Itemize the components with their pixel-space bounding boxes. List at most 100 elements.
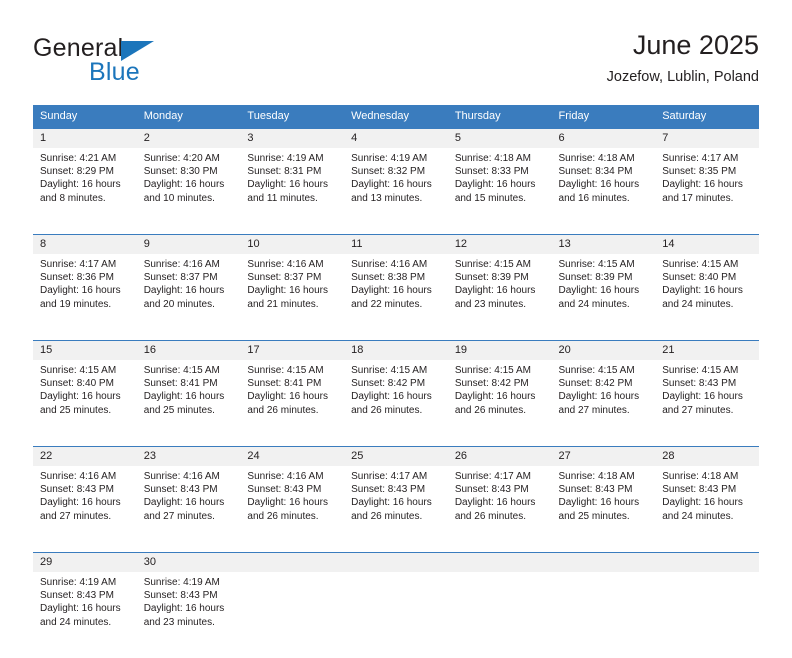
day-cell[interactable]: Sunrise: 4:17 AM Sunset: 8:35 PM Dayligh… — [655, 148, 759, 235]
week-row-details: Sunrise: 4:15 AM Sunset: 8:40 PM Dayligh… — [33, 360, 759, 447]
sunrise-text: Sunrise: 4:16 AM — [144, 258, 235, 271]
sunrise-text: Sunrise: 4:17 AM — [351, 470, 442, 483]
day-number[interactable]: 20 — [552, 341, 656, 361]
day-number[interactable]: 25 — [344, 447, 448, 467]
page-title: June 2025 — [607, 28, 759, 62]
sunset-text: Sunset: 8:43 PM — [40, 483, 131, 496]
day-number-empty — [552, 553, 656, 573]
day-number[interactable]: 7 — [655, 129, 759, 149]
general-blue-logo: General Blue — [33, 34, 253, 92]
weekday-header-friday: Friday — [552, 105, 656, 129]
sunrise-text: Sunrise: 4:21 AM — [40, 152, 131, 165]
sunset-text: Sunset: 8:39 PM — [559, 271, 650, 284]
daylight-text: Daylight: 16 hours and 17 minutes. — [662, 178, 753, 204]
day-cell[interactable]: Sunrise: 4:18 AM Sunset: 8:34 PM Dayligh… — [552, 148, 656, 235]
day-number[interactable]: 27 — [552, 447, 656, 467]
sunrise-text: Sunrise: 4:15 AM — [40, 364, 131, 377]
day-number[interactable]: 15 — [33, 341, 137, 361]
day-number[interactable]: 22 — [33, 447, 137, 467]
day-cell[interactable]: Sunrise: 4:16 AM Sunset: 8:37 PM Dayligh… — [240, 254, 344, 341]
day-cell[interactable]: Sunrise: 4:15 AM Sunset: 8:40 PM Dayligh… — [655, 254, 759, 341]
day-cell[interactable]: Sunrise: 4:15 AM Sunset: 8:41 PM Dayligh… — [240, 360, 344, 447]
day-number[interactable]: 1 — [33, 129, 137, 149]
sunrise-text: Sunrise: 4:18 AM — [559, 152, 650, 165]
day-number[interactable]: 29 — [33, 553, 137, 573]
calendar-body: 1 2 3 4 5 6 7 Sunrise: 4:21 AM Sunset: 8… — [33, 129, 759, 658]
day-number[interactable]: 26 — [448, 447, 552, 467]
day-cell[interactable]: Sunrise: 4:17 AM Sunset: 8:36 PM Dayligh… — [33, 254, 137, 341]
daylight-text: Daylight: 16 hours and 27 minutes. — [662, 390, 753, 416]
daylight-text: Daylight: 16 hours and 26 minutes. — [455, 496, 546, 522]
sunset-text: Sunset: 8:30 PM — [144, 165, 235, 178]
sunrise-text: Sunrise: 4:16 AM — [351, 258, 442, 271]
day-number[interactable]: 30 — [137, 553, 241, 573]
day-number[interactable]: 13 — [552, 235, 656, 255]
day-number[interactable]: 4 — [344, 129, 448, 149]
day-number[interactable]: 17 — [240, 341, 344, 361]
day-cell[interactable]: Sunrise: 4:19 AM Sunset: 8:32 PM Dayligh… — [344, 148, 448, 235]
daylight-text: Daylight: 16 hours and 26 minutes. — [351, 390, 442, 416]
day-number[interactable]: 21 — [655, 341, 759, 361]
day-cell[interactable]: Sunrise: 4:21 AM Sunset: 8:29 PM Dayligh… — [33, 148, 137, 235]
day-number[interactable]: 9 — [137, 235, 241, 255]
sunrise-text: Sunrise: 4:19 AM — [144, 576, 235, 589]
day-number[interactable]: 18 — [344, 341, 448, 361]
sunrise-text: Sunrise: 4:19 AM — [247, 152, 338, 165]
day-cell[interactable]: Sunrise: 4:15 AM Sunset: 8:42 PM Dayligh… — [552, 360, 656, 447]
daylight-text: Daylight: 16 hours and 19 minutes. — [40, 284, 131, 310]
day-cell[interactable]: Sunrise: 4:15 AM Sunset: 8:42 PM Dayligh… — [448, 360, 552, 447]
day-cell[interactable]: Sunrise: 4:15 AM Sunset: 8:39 PM Dayligh… — [552, 254, 656, 341]
day-number[interactable]: 28 — [655, 447, 759, 467]
daylight-text: Daylight: 16 hours and 25 minutes. — [144, 390, 235, 416]
sunset-text: Sunset: 8:39 PM — [455, 271, 546, 284]
day-number[interactable]: 5 — [448, 129, 552, 149]
day-cell[interactable]: Sunrise: 4:19 AM Sunset: 8:31 PM Dayligh… — [240, 148, 344, 235]
day-cell[interactable]: Sunrise: 4:20 AM Sunset: 8:30 PM Dayligh… — [137, 148, 241, 235]
week-row-daynumbers: 15 16 17 18 19 20 21 — [33, 341, 759, 361]
day-cell[interactable]: Sunrise: 4:18 AM Sunset: 8:33 PM Dayligh… — [448, 148, 552, 235]
day-number[interactable]: 10 — [240, 235, 344, 255]
week-row-details: Sunrise: 4:16 AM Sunset: 8:43 PM Dayligh… — [33, 466, 759, 553]
sunset-text: Sunset: 8:41 PM — [247, 377, 338, 390]
day-cell[interactable]: Sunrise: 4:16 AM Sunset: 8:37 PM Dayligh… — [137, 254, 241, 341]
sunrise-text: Sunrise: 4:17 AM — [455, 470, 546, 483]
day-number[interactable]: 23 — [137, 447, 241, 467]
day-cell[interactable]: Sunrise: 4:15 AM Sunset: 8:43 PM Dayligh… — [655, 360, 759, 447]
sunrise-text: Sunrise: 4:15 AM — [662, 364, 753, 377]
sunset-text: Sunset: 8:33 PM — [455, 165, 546, 178]
sunset-text: Sunset: 8:43 PM — [662, 377, 753, 390]
sunrise-text: Sunrise: 4:15 AM — [559, 258, 650, 271]
day-cell[interactable]: Sunrise: 4:18 AM Sunset: 8:43 PM Dayligh… — [655, 466, 759, 553]
week-row-daynumbers: 8 9 10 11 12 13 14 — [33, 235, 759, 255]
daylight-text: Daylight: 16 hours and 24 minutes. — [662, 496, 753, 522]
day-number[interactable]: 16 — [137, 341, 241, 361]
day-cell[interactable]: Sunrise: 4:17 AM Sunset: 8:43 PM Dayligh… — [448, 466, 552, 553]
day-cell[interactable]: Sunrise: 4:16 AM Sunset: 8:43 PM Dayligh… — [137, 466, 241, 553]
day-cell[interactable]: Sunrise: 4:15 AM Sunset: 8:41 PM Dayligh… — [137, 360, 241, 447]
day-cell[interactable]: Sunrise: 4:18 AM Sunset: 8:43 PM Dayligh… — [552, 466, 656, 553]
sunrise-text: Sunrise: 4:16 AM — [247, 470, 338, 483]
day-cell[interactable]: Sunrise: 4:19 AM Sunset: 8:43 PM Dayligh… — [33, 572, 137, 658]
day-cell[interactable]: Sunrise: 4:15 AM Sunset: 8:42 PM Dayligh… — [344, 360, 448, 447]
day-cell[interactable]: Sunrise: 4:16 AM Sunset: 8:43 PM Dayligh… — [33, 466, 137, 553]
day-number[interactable]: 2 — [137, 129, 241, 149]
day-number[interactable]: 6 — [552, 129, 656, 149]
sunrise-text: Sunrise: 4:17 AM — [40, 258, 131, 271]
day-cell[interactable]: Sunrise: 4:16 AM Sunset: 8:38 PM Dayligh… — [344, 254, 448, 341]
day-cell[interactable]: Sunrise: 4:17 AM Sunset: 8:43 PM Dayligh… — [344, 466, 448, 553]
day-cell[interactable]: Sunrise: 4:15 AM Sunset: 8:39 PM Dayligh… — [448, 254, 552, 341]
day-number[interactable]: 12 — [448, 235, 552, 255]
day-cell[interactable]: Sunrise: 4:19 AM Sunset: 8:43 PM Dayligh… — [137, 572, 241, 658]
sunset-text: Sunset: 8:43 PM — [144, 589, 235, 602]
day-number[interactable]: 24 — [240, 447, 344, 467]
day-number[interactable]: 3 — [240, 129, 344, 149]
page-header: General Blue June 2025 Jozefow, Lublin, … — [33, 28, 759, 100]
day-number[interactable]: 11 — [344, 235, 448, 255]
day-number[interactable]: 14 — [655, 235, 759, 255]
sunrise-text: Sunrise: 4:15 AM — [144, 364, 235, 377]
day-number[interactable]: 19 — [448, 341, 552, 361]
day-number[interactable]: 8 — [33, 235, 137, 255]
day-cell[interactable]: Sunrise: 4:16 AM Sunset: 8:43 PM Dayligh… — [240, 466, 344, 553]
day-cell[interactable]: Sunrise: 4:15 AM Sunset: 8:40 PM Dayligh… — [33, 360, 137, 447]
daylight-text: Daylight: 16 hours and 26 minutes. — [455, 390, 546, 416]
